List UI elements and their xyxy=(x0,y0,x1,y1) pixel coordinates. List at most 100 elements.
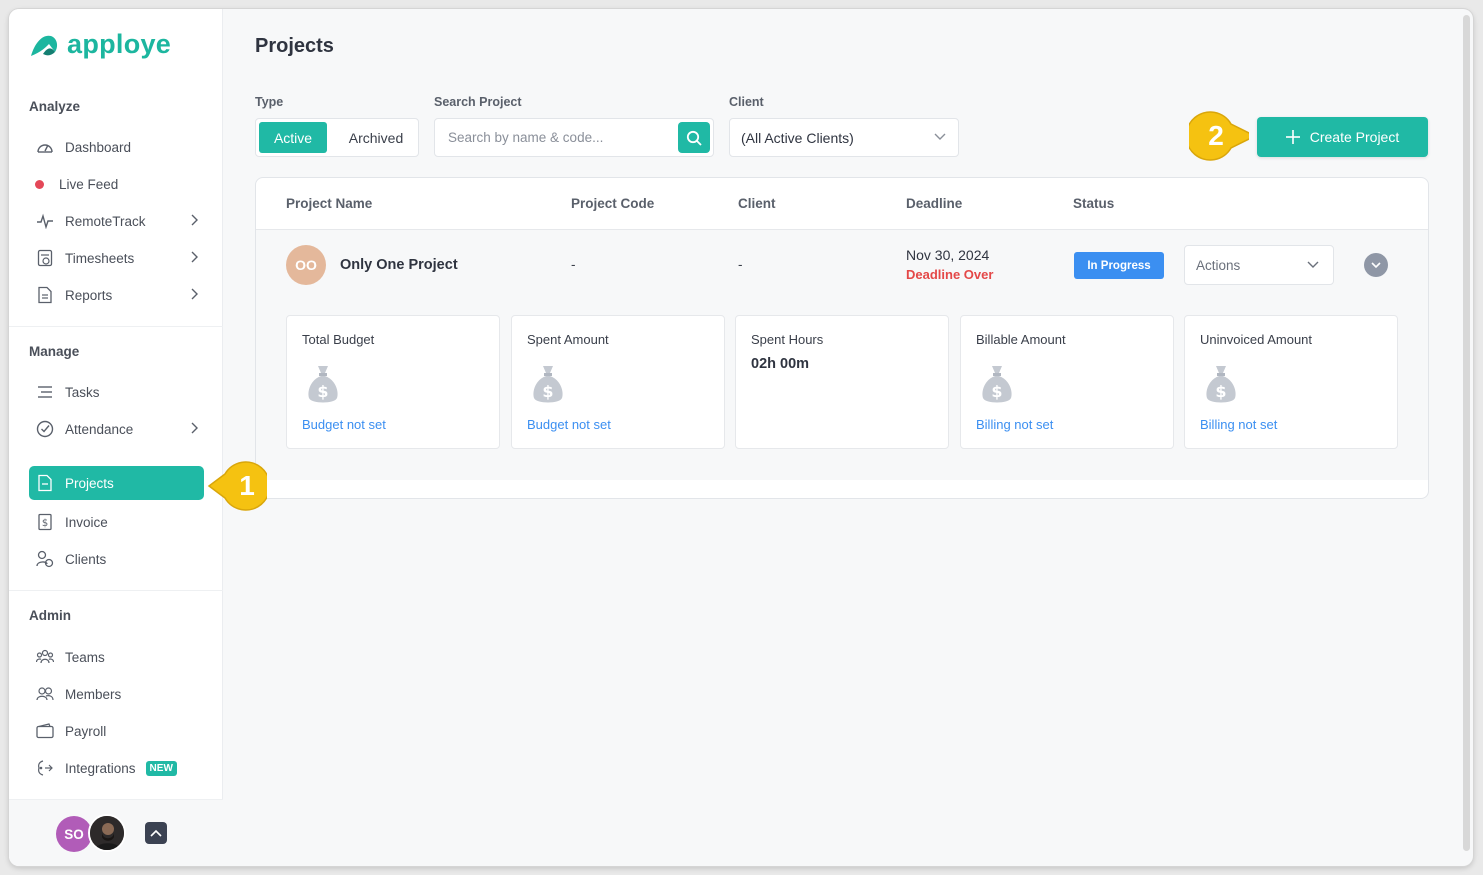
client-filter-label: Client xyxy=(729,95,764,109)
type-archived-button[interactable]: Archived xyxy=(336,122,416,153)
pulse-icon xyxy=(35,211,55,231)
svg-text:$: $ xyxy=(317,382,328,401)
svg-text:$: $ xyxy=(991,382,1002,401)
deadline-over-label: Deadline Over xyxy=(906,267,994,282)
chevron-down-icon xyxy=(1371,261,1381,268)
table-row: OO Only One Project - - Nov 30, 2024 Dea… xyxy=(256,230,1428,480)
stat-link[interactable]: Budget not set xyxy=(527,417,611,432)
expand-user-menu-button[interactable] xyxy=(145,822,167,844)
sidebar-item-label: Payroll xyxy=(65,723,107,739)
plus-icon xyxy=(1285,130,1300,144)
person-photo-icon xyxy=(90,816,124,850)
column-header: Project Name xyxy=(286,196,373,211)
stat-title: Uninvoiced Amount xyxy=(1200,332,1313,347)
window-scrollbar[interactable] xyxy=(1463,15,1470,851)
project-avatar: OO xyxy=(286,245,326,285)
sidebar-item-teams[interactable]: Teams xyxy=(29,640,204,674)
sidebar-item-label: Tasks xyxy=(65,384,100,400)
projects-icon xyxy=(35,473,55,493)
sidebar-item-label: Dashboard xyxy=(65,139,132,155)
tasks-icon xyxy=(35,382,55,402)
stat-card-spent-amount: Spent Amount $ Budget not set xyxy=(511,315,725,449)
sidebar-item-payroll[interactable]: Payroll xyxy=(29,714,204,748)
sidebar-item-tasks[interactable]: Tasks xyxy=(29,375,204,409)
user-avatar-initials[interactable]: SO xyxy=(56,816,92,852)
sidebar: apploye Analyze Dashboard Live Feed Remo… xyxy=(9,9,223,866)
column-header: Deadline xyxy=(906,196,963,211)
sidebar-item-remotetrack[interactable]: RemoteTrack xyxy=(29,204,204,238)
sidebar-item-live-feed[interactable]: Live Feed xyxy=(29,167,204,201)
page-title: Projects xyxy=(255,35,334,57)
members-icon xyxy=(35,684,55,704)
report-icon xyxy=(35,285,55,305)
create-project-label: Create Project xyxy=(1309,129,1400,145)
sidebar-item-label: Invoice xyxy=(65,514,108,530)
collapse-row-button[interactable] xyxy=(1364,253,1388,277)
search-button[interactable] xyxy=(678,122,710,153)
sidebar-item-members[interactable]: Members xyxy=(29,677,204,711)
sidebar-divider xyxy=(9,590,223,591)
teams-icon xyxy=(35,647,55,667)
logo[interactable]: apploye xyxy=(29,29,171,60)
status-badge: In Progress xyxy=(1074,252,1164,279)
sidebar-item-label: Teams xyxy=(65,649,105,665)
client-select[interactable]: (All Active Clients) xyxy=(729,118,959,157)
user-avatar-photo[interactable] xyxy=(88,814,126,852)
project-client: - xyxy=(738,257,743,272)
stat-title: Spent Hours xyxy=(751,332,824,347)
main-content: Projects Type Active Archived Search Pro… xyxy=(223,9,1473,866)
logo-text: apploye xyxy=(67,29,172,59)
callout-number: 1 xyxy=(239,470,255,501)
money-bag-icon: $ xyxy=(308,366,338,403)
project-code: - xyxy=(571,257,576,272)
stat-link[interactable]: Budget not set xyxy=(302,417,386,432)
create-project-button[interactable]: Create Project xyxy=(1257,117,1428,157)
wallet-icon xyxy=(35,721,55,741)
money-bag-icon: $ xyxy=(982,366,1012,403)
type-active-button[interactable]: Active xyxy=(259,122,327,153)
invoice-icon: $ xyxy=(35,512,55,532)
search-input[interactable] xyxy=(436,120,672,155)
sidebar-item-reports[interactable]: Reports xyxy=(29,278,204,312)
money-bag-icon: $ xyxy=(533,366,563,403)
sidebar-item-timesheets[interactable]: Timesheets xyxy=(29,241,204,275)
sidebar-item-attendance[interactable]: Attendance xyxy=(29,412,204,446)
section-title-admin: Admin xyxy=(29,608,71,623)
stat-title: Spent Amount xyxy=(527,332,609,347)
svg-text:$: $ xyxy=(542,382,553,401)
column-header: Client xyxy=(738,196,776,211)
stat-card-billable-amount: Billable Amount $ Billing not set xyxy=(960,315,1174,449)
timesheet-icon xyxy=(35,248,55,268)
sidebar-item-clients[interactable]: Clients xyxy=(29,542,204,576)
sidebar-item-label: Integrations xyxy=(65,760,136,776)
sidebar-item-invoice[interactable]: $ Invoice xyxy=(29,505,204,539)
live-dot-icon xyxy=(35,174,47,194)
apploye-logo-icon xyxy=(31,35,58,56)
sidebar-divider xyxy=(9,326,223,327)
sidebar-item-integrations[interactable]: Integrations NEW xyxy=(29,751,204,785)
app-window: apploye Analyze Dashboard Live Feed Remo… xyxy=(9,9,1473,866)
stat-title: Billable Amount xyxy=(976,332,1066,347)
chevron-down-icon xyxy=(1307,261,1319,268)
svg-text:$: $ xyxy=(1215,382,1226,401)
stat-link[interactable]: Billing not set xyxy=(1200,417,1277,432)
sidebar-item-dashboard[interactable]: Dashboard xyxy=(29,130,204,164)
chevron-down-icon xyxy=(934,133,946,140)
sidebar-item-label: Members xyxy=(65,686,122,702)
svg-text:$: $ xyxy=(42,518,48,529)
sidebar-item-label: Attendance xyxy=(65,421,134,437)
section-title-manage: Manage xyxy=(29,344,80,359)
stat-card-total-budget: Total Budget $ Budget not set xyxy=(286,315,500,449)
project-name[interactable]: Only One Project xyxy=(340,257,458,273)
table-header: Project Name Project Code Client Deadlin… xyxy=(256,178,1428,230)
chevron-up-icon xyxy=(150,829,162,837)
sidebar-item-projects[interactable]: Projects xyxy=(29,466,204,500)
stat-link[interactable]: Billing not set xyxy=(976,417,1053,432)
sidebar-item-label: Reports xyxy=(65,287,113,303)
search-project-label: Search Project xyxy=(434,95,522,109)
type-toggle: Active Archived xyxy=(255,118,419,157)
chevron-right-icon xyxy=(191,288,198,300)
step-callout-1: 1 xyxy=(207,460,267,512)
actions-select[interactable]: Actions xyxy=(1184,245,1334,285)
sidebar-user-panel: SO xyxy=(9,799,223,866)
